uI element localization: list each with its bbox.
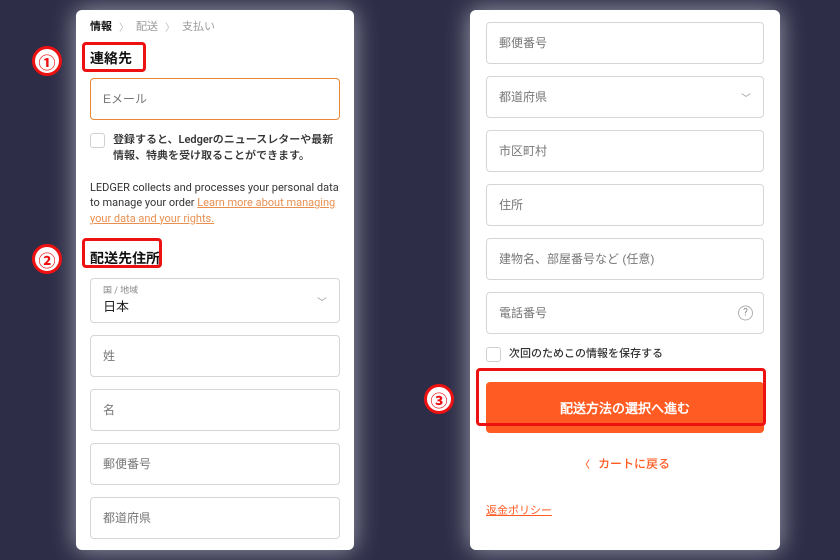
prefecture-field-r[interactable] [487,77,763,117]
email-field-wrap [90,78,340,120]
city-field-r[interactable] [487,131,763,171]
checkbox-icon[interactable] [90,133,105,148]
last-name-field[interactable] [91,336,339,376]
annotation-badge-2: ② [32,244,62,274]
building-field[interactable] [487,239,763,279]
save-info-label: 次回のためこの情報を保存する [509,346,663,362]
checkout-panel-right: ﹀ ? 次回のためこの情報を保存する 配送方法の選択へ進む 〈 カートに戻る 返… [470,10,780,550]
save-info-row[interactable]: 次回のためこの情報を保存する [486,346,764,362]
last-name-wrap [90,335,340,377]
postal-field[interactable] [91,444,339,484]
country-value: 日本 [103,296,327,315]
breadcrumb-info[interactable]: 情報 [90,18,112,34]
back-to-cart-label: カートに戻る [598,455,670,472]
phone-field[interactable] [487,293,763,333]
country-label: 国 / 地域 [103,283,327,296]
postal-wrap-r [486,22,764,64]
address-wrap [486,184,764,226]
breadcrumb-shipping[interactable]: 配送 [136,18,158,34]
newsletter-consent-row[interactable]: 登録すると、Ledgerのニュースレターや最新情報、特典を受け取ることができます… [90,132,340,164]
proceed-shipping-button[interactable]: 配送方法の選択へ進む [486,382,764,433]
back-to-cart-link[interactable]: 〈 カートに戻る [486,455,764,472]
chevron-right-icon: 〉 [119,19,129,34]
privacy-note: LEDGER collects and processes your perso… [90,180,340,226]
help-icon[interactable]: ? [738,306,753,321]
first-name-field[interactable] [91,390,339,430]
country-select[interactable]: 国 / 地域 日本 ﹀ [90,278,340,323]
phone-wrap: ? [486,292,764,334]
annotation-badge-1: ① [32,46,62,76]
city-wrap-r [486,130,764,172]
prefecture-wrap-r[interactable]: ﹀ [486,76,764,118]
address-field[interactable] [487,185,763,225]
chevron-right-icon: 〉 [165,19,175,34]
email-field[interactable] [91,79,339,119]
contact-heading: 連絡先 [90,48,132,68]
shipping-heading: 配送先住所 [90,248,160,268]
annotation-badge-3: ③ [424,384,454,414]
checkbox-icon[interactable] [486,347,501,362]
breadcrumb-payment[interactable]: 支払い [182,18,215,34]
breadcrumb: 情報 〉 配送 〉 支払い [90,18,340,34]
chevron-left-icon: 〈 [580,456,590,471]
prefecture-field[interactable] [91,498,339,538]
newsletter-consent-label: 登録すると、Ledgerのニュースレターや最新情報、特典を受け取ることができます… [113,132,340,164]
checkout-panel-left: 情報 〉 配送 〉 支払い 連絡先 登録すると、Ledgerのニュースレターや最… [76,10,354,550]
postal-wrap [90,443,340,485]
refund-policy-link[interactable]: 返金ポリシー [486,502,552,518]
building-wrap [486,238,764,280]
prefecture-wrap[interactable] [90,497,340,539]
postal-field-r[interactable] [487,23,763,63]
first-name-wrap [90,389,340,431]
